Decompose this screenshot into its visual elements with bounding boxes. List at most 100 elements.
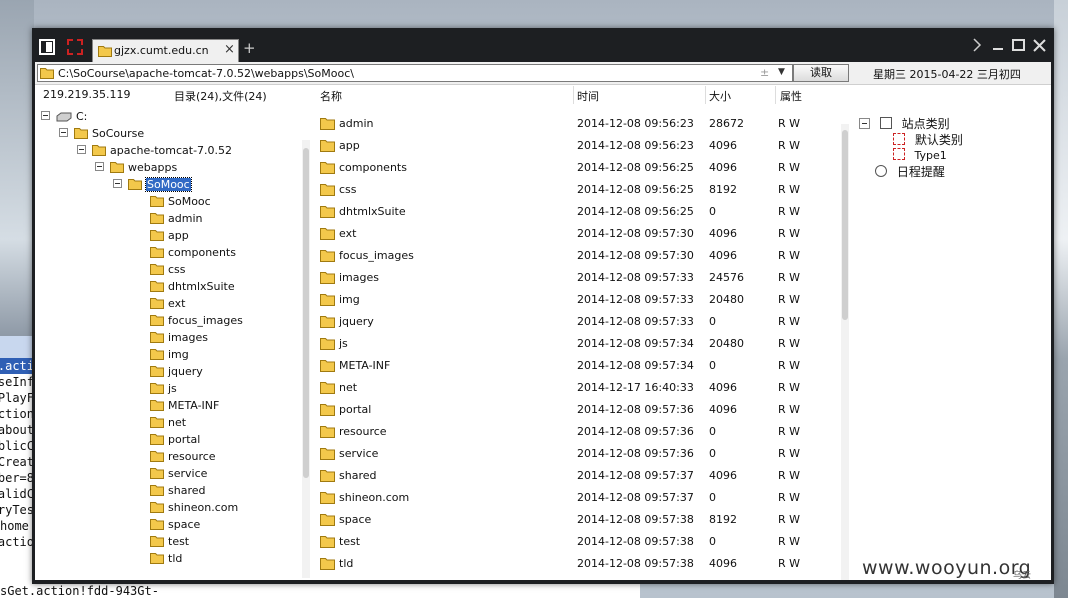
tree-label: apache-tomcat-7.0.52 <box>110 144 233 157</box>
file-row[interactable]: js 2014-12-08 09:57:34 20480 R W <box>318 333 838 355</box>
tree-folder[interactable]: webapps <box>95 160 177 176</box>
stop-icon[interactable] <box>67 39 83 55</box>
file-row[interactable]: jquery 2014-12-08 09:57:33 0 R W <box>318 311 838 333</box>
tree-folder[interactable]: components <box>150 245 236 261</box>
file-attr: R W <box>778 183 801 196</box>
file-row[interactable]: space 2014-12-08 09:57:38 8192 R W <box>318 509 838 531</box>
folder-icon <box>150 281 164 292</box>
file-row[interactable]: META-INF 2014-12-08 09:57:34 0 R W <box>318 355 838 377</box>
column-header-attr[interactable]: 属性 <box>780 88 802 104</box>
tree-folder[interactable]: img <box>150 347 189 363</box>
tree-drive[interactable]: C: <box>41 109 87 125</box>
tree-folder[interactable]: portal <box>150 432 200 448</box>
background-right <box>1054 0 1068 598</box>
collapse-icon[interactable] <box>77 145 86 154</box>
file-row[interactable]: dhtmlxSuite 2014-12-08 09:56:25 0 R W <box>318 201 838 223</box>
folder-icon <box>150 332 164 343</box>
folder-icon <box>40 68 54 79</box>
file-list-scrollbar-thumb[interactable] <box>842 130 848 320</box>
tree-folder[interactable]: css <box>150 262 186 278</box>
main-content: C:\SoCourse\apache-tomcat-7.0.52\webapps… <box>35 62 1051 580</box>
tree-folder[interactable]: test <box>150 534 189 550</box>
file-size: 0 <box>709 205 716 218</box>
schedule-node[interactable]: 日程提醒 <box>875 164 945 180</box>
file-row[interactable]: net 2014-12-17 16:40:33 4096 R W <box>318 377 838 399</box>
tree-folder[interactable]: focus_images <box>150 313 243 329</box>
category-item[interactable]: 默认类别 <box>893 132 963 148</box>
file-row[interactable]: images 2014-12-08 09:57:33 24576 R W <box>318 267 838 289</box>
app-icon[interactable] <box>39 39 55 55</box>
tree-folder[interactable]: ext <box>150 296 185 312</box>
tree-folder[interactable]: apache-tomcat-7.0.52 <box>77 143 232 159</box>
collapse-icon[interactable] <box>59 128 68 137</box>
collapse-icon[interactable] <box>113 179 122 188</box>
folder-icon <box>150 434 164 445</box>
tree-folder[interactable]: images <box>150 330 208 346</box>
title-bar: gjzx.cumt.edu.cn × + <box>32 28 1054 62</box>
column-header-size[interactable]: 大小 <box>709 88 731 104</box>
file-row[interactable]: test 2014-12-08 09:57:38 0 R W <box>318 531 838 553</box>
file-row[interactable]: shared 2014-12-08 09:57:37 4096 R W <box>318 465 838 487</box>
tab-close-icon[interactable]: × <box>224 42 235 57</box>
tree-label: images <box>168 331 208 344</box>
tree-folder[interactable]: resource <box>150 449 216 465</box>
tree-folder[interactable]: js <box>150 381 177 397</box>
tree-folder[interactable]: SoMooc <box>113 177 192 193</box>
tree-folder[interactable]: jquery <box>150 364 203 380</box>
category-item[interactable]: Type1 <box>893 148 947 164</box>
tree-folder[interactable]: admin <box>150 211 202 227</box>
tab-current[interactable]: gjzx.cumt.edu.cn × <box>92 39 239 62</box>
tree-scrollbar[interactable] <box>302 140 310 578</box>
file-size: 24576 <box>709 271 744 284</box>
tree-folder[interactable]: shineon.com <box>150 500 238 516</box>
file-row[interactable]: css 2014-12-08 09:56:25 8192 R W <box>318 179 838 201</box>
file-name: tld <box>339 557 354 570</box>
close-icon[interactable] <box>1033 38 1046 55</box>
minimize-icon[interactable] <box>992 38 1004 55</box>
ip-address: 219.219.35.119 <box>43 88 131 101</box>
file-attr: R W <box>778 557 801 570</box>
collapse-icon[interactable] <box>95 162 104 171</box>
new-tab-button[interactable]: + <box>243 39 256 57</box>
tree-folder[interactable]: META-INF <box>150 398 219 414</box>
tree-label: SoMooc <box>168 195 211 208</box>
file-row[interactable]: app 2014-12-08 09:56:23 4096 R W <box>318 135 838 157</box>
file-row[interactable]: tld 2014-12-08 09:57:38 4096 R W <box>318 553 838 575</box>
file-row[interactable]: ext 2014-12-08 09:57:30 4096 R W <box>318 223 838 245</box>
file-row[interactable]: portal 2014-12-08 09:57:36 4096 R W <box>318 399 838 421</box>
bg-code-line: ber=8 <box>0 471 34 485</box>
file-time: 2014-12-08 09:56:25 <box>577 161 694 174</box>
column-header-name[interactable]: 名称 <box>320 88 342 104</box>
tree-scrollbar-thumb[interactable] <box>303 148 309 478</box>
file-row[interactable]: resource 2014-12-08 09:57:36 0 R W <box>318 421 838 443</box>
dropdown-icon[interactable]: ▼ <box>778 67 785 77</box>
file-size: 4096 <box>709 139 737 152</box>
maximize-icon[interactable] <box>1012 38 1025 55</box>
file-row[interactable]: img 2014-12-08 09:57:33 20480 R W <box>318 289 838 311</box>
tree-folder[interactable]: dhtmlxSuite <box>150 279 235 295</box>
file-row[interactable]: focus_images 2014-12-08 09:57:30 4096 R W <box>318 245 838 267</box>
tree-folder[interactable]: space <box>150 517 200 533</box>
file-row[interactable]: admin 2014-12-08 09:56:23 28672 R W <box>318 113 838 135</box>
path-input[interactable]: C:\SoCourse\apache-tomcat-7.0.52\webapps… <box>37 64 793 82</box>
file-row[interactable]: components 2014-12-08 09:56:25 4096 R W <box>318 157 838 179</box>
collapse-icon[interactable] <box>859 118 870 129</box>
tree-folder[interactable]: shared <box>150 483 205 499</box>
folder-icon <box>320 558 335 570</box>
tree-folder[interactable]: app <box>150 228 189 244</box>
tree-folder[interactable]: SoMooc <box>150 194 211 210</box>
tree-folder[interactable]: net <box>150 415 186 431</box>
tree-folder[interactable]: SoCourse <box>59 126 144 142</box>
category-node[interactable]: 站点类别 <box>859 116 950 132</box>
folder-icon <box>150 315 164 326</box>
chevron-right-icon[interactable] <box>972 38 982 55</box>
read-button[interactable]: 读取 <box>793 64 849 82</box>
tree-folder[interactable]: service <box>150 466 207 482</box>
file-row[interactable]: shineon.com 2014-12-08 09:57:37 0 R W <box>318 487 838 509</box>
collapse-icon[interactable] <box>41 111 50 120</box>
tree-folder[interactable]: tld <box>150 551 182 567</box>
plus-minus-icon[interactable]: ± <box>760 66 769 79</box>
file-row[interactable]: service 2014-12-08 09:57:36 0 R W <box>318 443 838 465</box>
column-header-time[interactable]: 时间 <box>577 88 599 104</box>
file-list-scrollbar[interactable] <box>841 124 849 580</box>
